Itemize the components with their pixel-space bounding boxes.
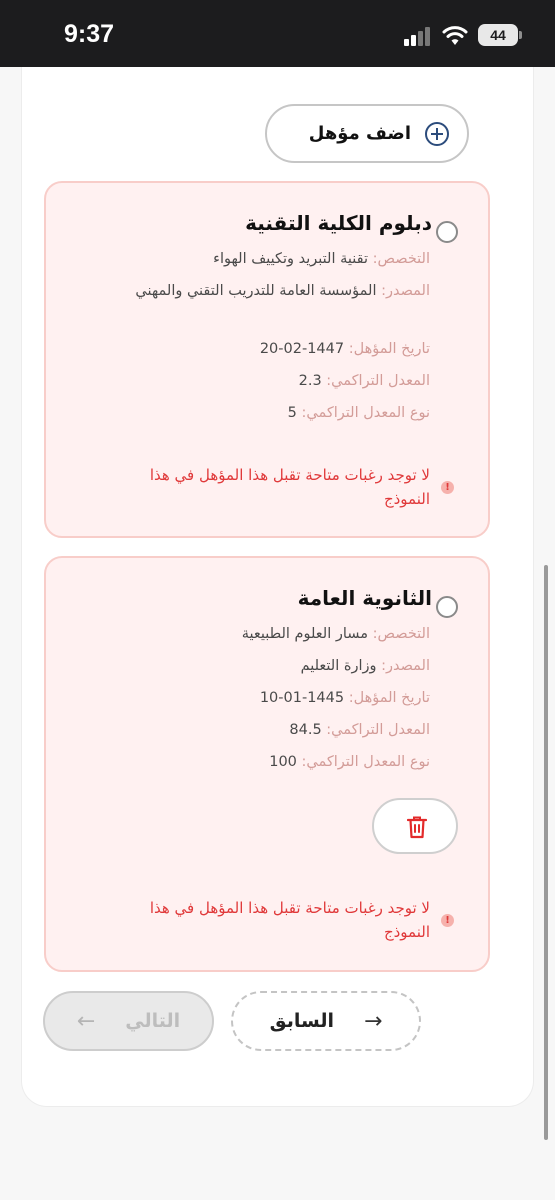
warning-message: لا توجد رغبات متاحة تقبل هذا المؤهل في ه… — [149, 466, 430, 508]
gpa-type-label: نوع المعدل التراكمي: — [301, 754, 430, 770]
gpa-field: المعدل التراكمي: 2.3 — [299, 369, 430, 394]
gpa-value: 84.5 — [289, 722, 322, 738]
specialization-label: التخصص: — [372, 626, 430, 642]
previous-label: السابق — [269, 1010, 334, 1032]
arrow-right-icon: → — [363, 1008, 383, 1034]
source-label: المصدر: — [381, 658, 430, 674]
specialization-value: تقنية التبريد وتكييف الهواء — [213, 251, 368, 267]
specialization-label: التخصص: — [372, 251, 430, 267]
trash-icon — [407, 816, 427, 839]
warning-icon: ! — [441, 481, 454, 494]
source-label: المصدر: — [381, 283, 430, 299]
qualification-radio[interactable] — [436, 221, 458, 243]
gpa-type-value: 5 — [287, 405, 297, 421]
qualification-radio[interactable] — [436, 596, 458, 618]
wifi-icon — [442, 26, 468, 45]
add-qualification-button[interactable]: اضف مؤهل — [265, 104, 469, 163]
qualification-title: الثانوية العامة — [297, 586, 432, 610]
date-field: تاريخ المؤهل: 1447-02-20 — [260, 337, 430, 362]
source-value: المؤسسة العامة للتدريب التقني والمهني — [135, 283, 377, 299]
page: اضف مؤهل دبلوم الكلية التقنية التخصص: تق… — [0, 67, 555, 1200]
gpa-field: المعدل التراكمي: 84.5 — [289, 718, 430, 743]
gpa-value: 2.3 — [298, 373, 322, 389]
next-label: التالي — [125, 1010, 181, 1032]
qualification-title: دبلوم الكلية التقنية — [245, 211, 432, 235]
date-label: تاريخ المؤهل: — [348, 341, 430, 357]
add-qualification-label: اضف مؤهل — [308, 123, 411, 144]
status-time: 9:37 — [64, 20, 115, 48]
gpa-type-label: نوع المعدل التراكمي: — [301, 405, 430, 421]
date-field: تاريخ المؤهل: 1445-01-10 — [260, 686, 430, 711]
source-value: وزارة التعليم — [300, 658, 377, 674]
source-field: المصدر: وزارة التعليم — [301, 654, 430, 679]
gpa-type-field: نوع المعدل التراكمي: 5 — [288, 401, 430, 426]
qualification-card: دبلوم الكلية التقنية التخصص: تقنية التبر… — [44, 181, 490, 538]
previous-button[interactable]: → السابق — [231, 991, 421, 1051]
cellular-signal-icon — [404, 26, 434, 46]
specialization-field: التخصص: مسار العلوم الطبيعية — [242, 622, 430, 647]
date-label: تاريخ المؤهل: — [348, 690, 430, 706]
battery-icon: 44 — [478, 24, 522, 46]
gpa-type-field: نوع المعدل التراكمي: 100 — [269, 750, 430, 775]
qualification-card: الثانوية العامة التخصص: مسار العلوم الطب… — [44, 556, 490, 972]
specialization-field: التخصص: تقنية التبريد وتكييف الهواء — [213, 247, 430, 272]
delete-qualification-button[interactable] — [372, 798, 458, 854]
status-bar: 9:37 44 — [0, 0, 555, 67]
next-button[interactable]: التالي ← — [43, 991, 214, 1051]
scrollbar[interactable] — [544, 565, 548, 1140]
date-value: 1447-02-20 — [259, 341, 345, 357]
plus-circle-icon — [425, 121, 449, 146]
gpa-label: المعدل التراكمي: — [326, 373, 430, 389]
date-value: 1445-01-10 — [259, 690, 345, 706]
gpa-type-value: 100 — [269, 754, 297, 770]
arrow-left-icon: ← — [76, 1008, 96, 1034]
source-field: المصدر: المؤسسة العامة للتدريب التقني وا… — [66, 279, 430, 304]
warning-icon: ! — [441, 914, 454, 927]
warning-message: لا توجد رغبات متاحة تقبل هذا المؤهل في ه… — [149, 899, 430, 941]
specialization-value: مسار العلوم الطبيعية — [241, 626, 368, 642]
gpa-label: المعدل التراكمي: — [326, 722, 430, 738]
